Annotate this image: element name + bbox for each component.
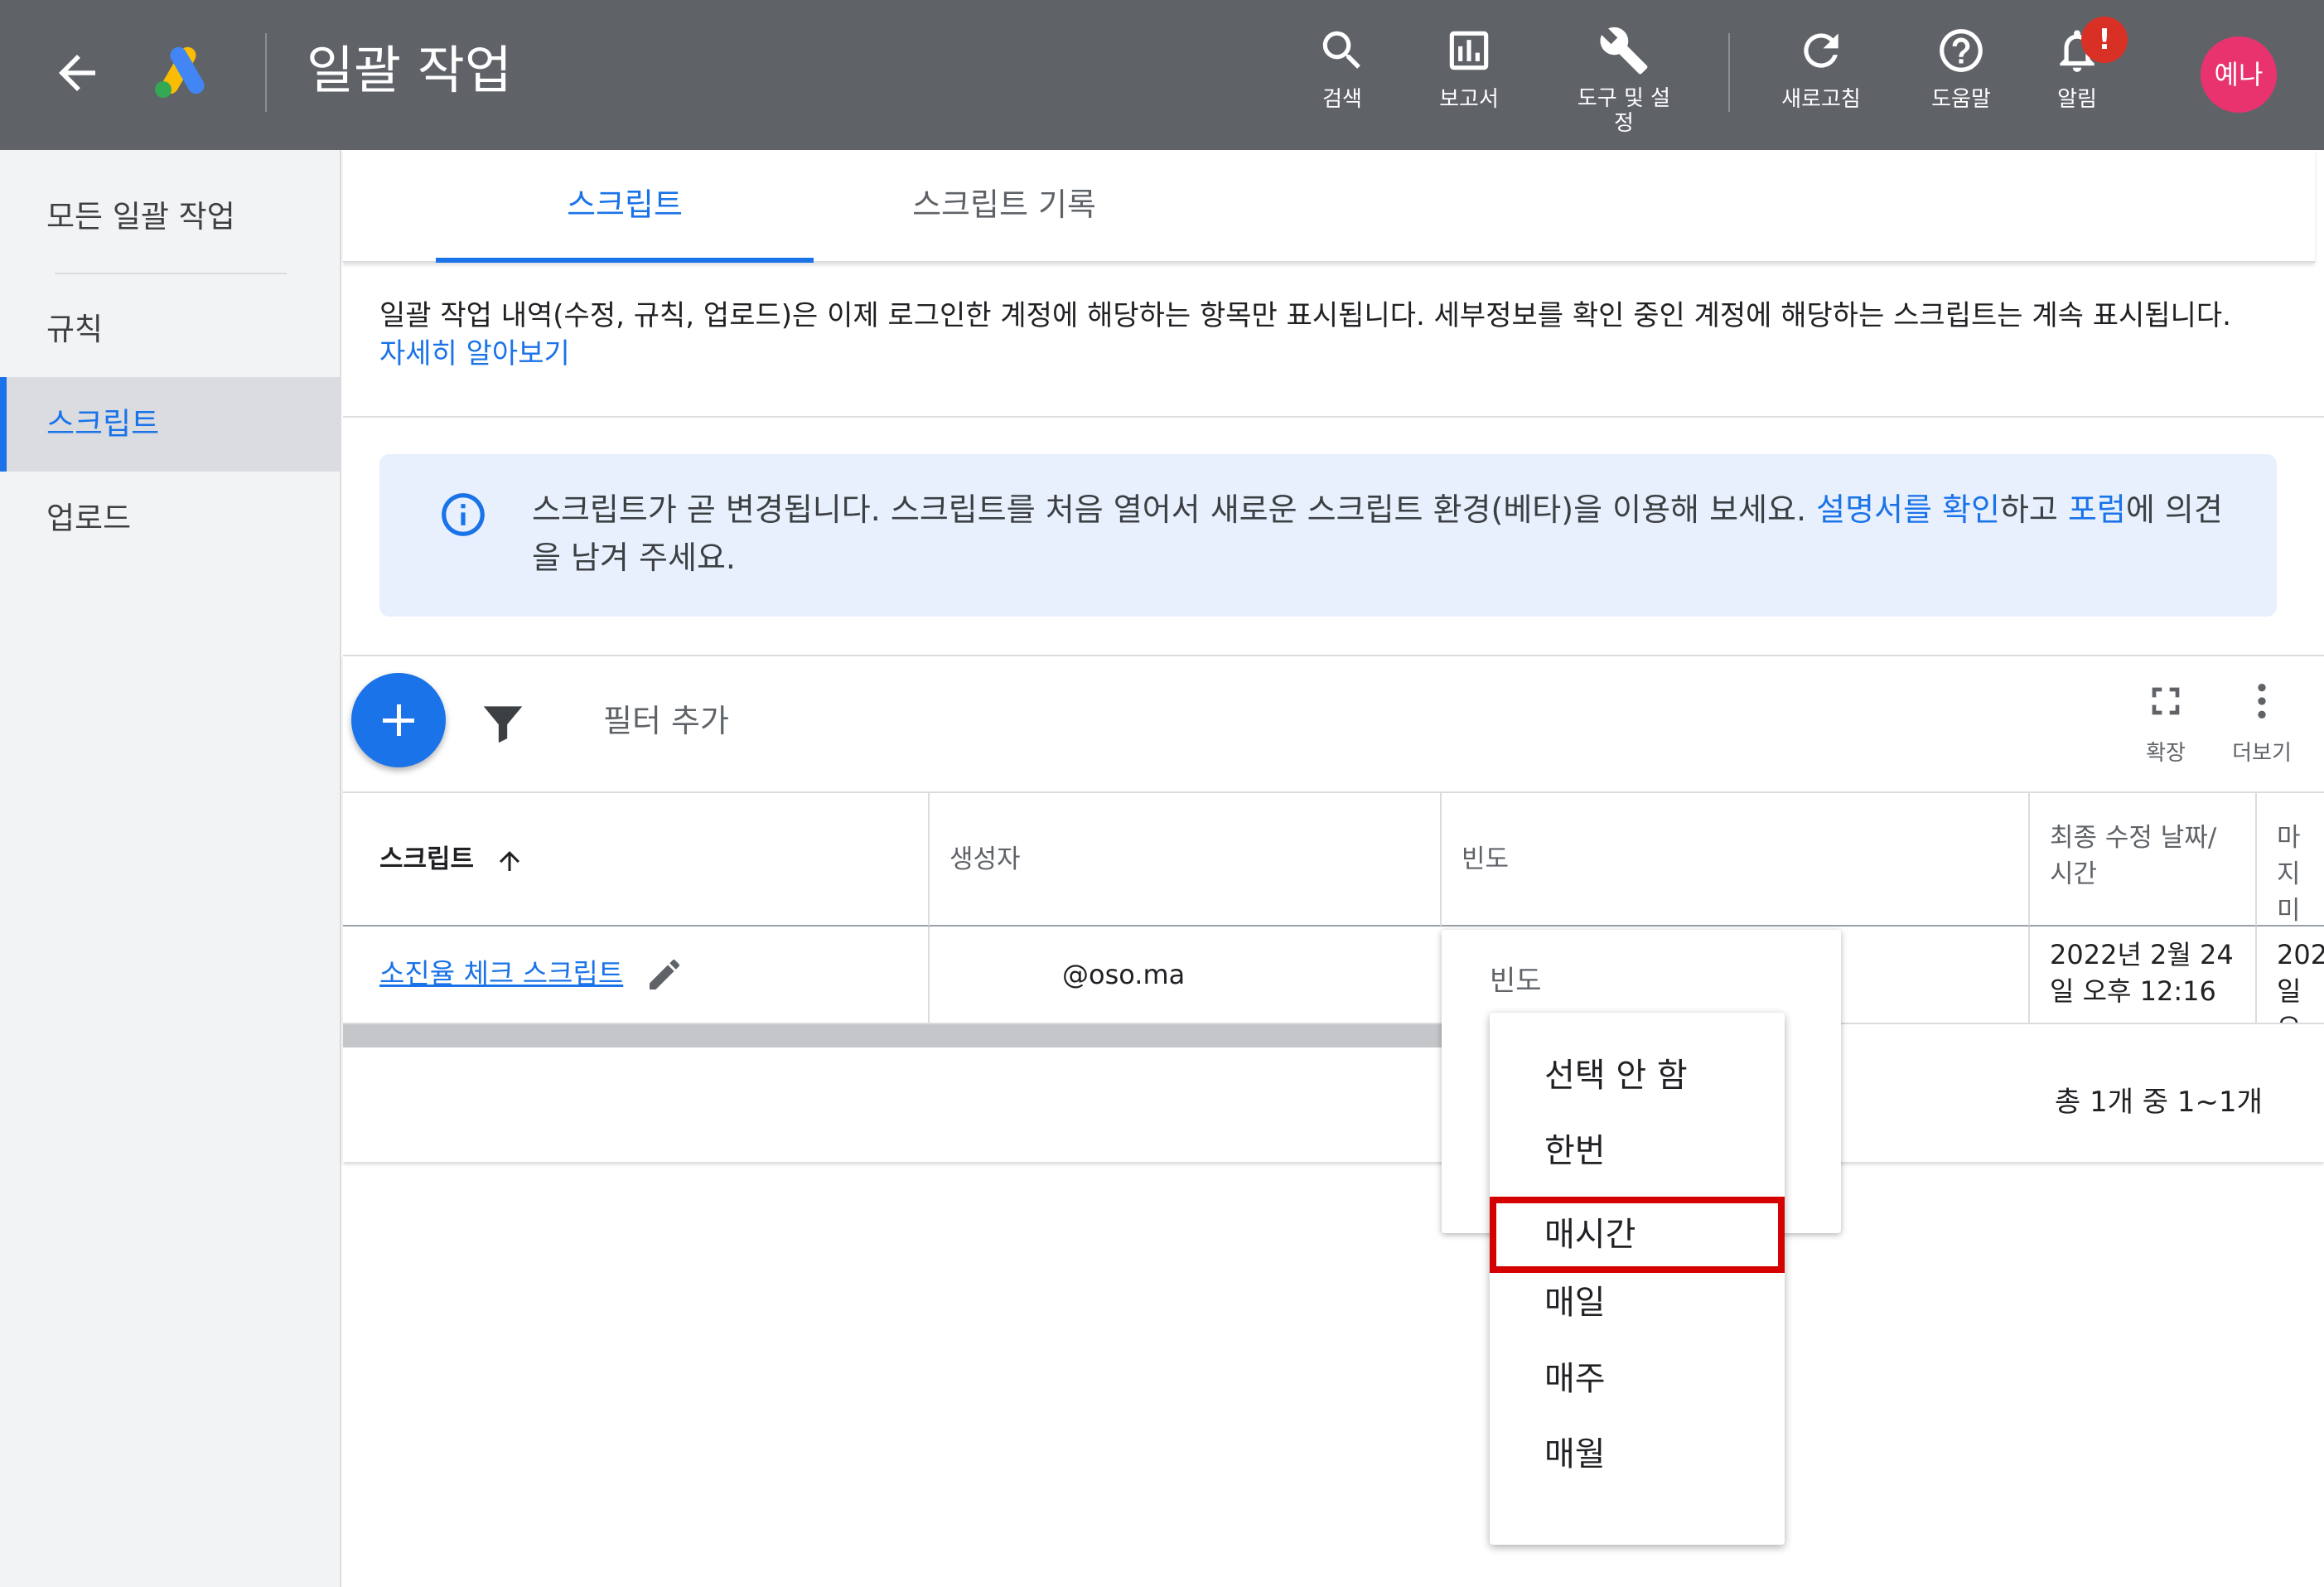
last-modified-line-1: 2022년 2월 24: [2050, 939, 2234, 970]
refresh-button[interactable]: 새로고침: [1751, 25, 1892, 113]
wrench-icon: [1600, 27, 1648, 75]
more-vert-icon: [2258, 684, 2266, 719]
tab-scripts[interactable]: 스크립트: [436, 150, 814, 263]
tools-settings-button[interactable]: 도구 및 설정: [1553, 25, 1694, 136]
info-icon: [442, 493, 485, 536]
add-filter-label[interactable]: 필터 추가: [603, 696, 729, 746]
topbar-divider: [1728, 33, 1730, 112]
search-button[interactable]: 검색: [1272, 25, 1413, 113]
refresh-label: 새로고침: [1781, 87, 1861, 112]
truncated-cell: 202 일 오: [2255, 927, 2324, 1023]
table-row: 소진율 체크 스크립트 @oso.ma 2022년 2월 24 일 오후 12:…: [343, 927, 2324, 1024]
sidebar-item-rules[interactable]: 규칙: [0, 283, 341, 377]
script-name-link[interactable]: 소진율 체크 스크립트: [379, 956, 623, 992]
tools-settings-label: 도구 및 설정: [1577, 86, 1671, 136]
banner-message: 스크립트가 곧 변경됩니다. 스크립트를 처음 열어서 새로운 스크립트 환경(…: [532, 486, 2239, 582]
top-app-bar: 일괄 작업 검색 보고서 도구 및 설정 새로고침 도움말 알림 ! 예나: [0, 0, 2324, 150]
truncated-header-line-1: 마지: [2277, 823, 2301, 889]
refresh-icon: [1804, 33, 1838, 68]
last-modified-cell: 2022년 2월 24 일 오후 12:16: [2028, 927, 2255, 1023]
banner-text-2: 하고: [1999, 491, 2068, 528]
pagination-text: 총 1개 중 1~1개: [2055, 1086, 2263, 1119]
menu-item-none[interactable]: 선택 안 함: [1490, 1038, 1785, 1114]
truncated-header-line-2: 미리: [2277, 896, 2301, 926]
creator-cell: @oso.ma: [928, 927, 1440, 1023]
reports-button[interactable]: 보고서: [1399, 25, 1539, 113]
menu-item-once[interactable]: 한번: [1490, 1113, 1785, 1189]
sidebar: 모든 일괄 작업 규칙 스크립트 업로드: [0, 150, 341, 1587]
plus-icon: [383, 704, 414, 736]
banner-text-1: 스크립트가 곧 변경됩니다. 스크립트를 처음 열어서 새로운 스크립트 환경(…: [532, 491, 1817, 528]
sort-ascending-icon: [499, 850, 519, 871]
section-divider: [343, 416, 2324, 418]
back-arrow-icon[interactable]: [50, 46, 104, 100]
history-notice: 일괄 작업 내역(수정, 규칙, 업로드)은 이제 로그인한 계정에 해당하는 …: [379, 297, 2302, 373]
truncated-cell-line-1: 202: [2277, 939, 2324, 970]
sidebar-divider: [55, 273, 287, 274]
table-header: 스크립트 생성자 빈도 최종 수정 날짜/시간 마지미리: [343, 791, 2324, 927]
column-header-last-modified[interactable]: 최종 수정 날짜/시간: [2028, 793, 2255, 926]
column-header-script[interactable]: 스크립트: [343, 793, 928, 926]
frequency-menu: 선택 안 함 한번 매시간 매일 매주 매월: [1490, 1013, 1785, 1545]
search-label: 검색: [1322, 87, 1362, 112]
alert-badge: !: [2081, 17, 2128, 63]
notifications-label: 알림: [2057, 87, 2097, 112]
menu-item-daily[interactable]: 매일: [1490, 1265, 1785, 1341]
user-avatar[interactable]: 예나: [2201, 36, 2277, 113]
last-modified-line-2: 시간: [2050, 859, 2098, 889]
learn-more-link[interactable]: 자세히 알아보기: [379, 335, 2302, 373]
sidebar-item-all-bulk-actions[interactable]: 모든 일괄 작업: [0, 170, 341, 264]
menu-item-hourly[interactable]: 매시간: [1490, 1197, 1785, 1273]
column-header-creator[interactable]: 생성자: [928, 793, 1440, 926]
frequency-field-label: 빈도: [1490, 965, 1542, 998]
page-title: 일괄 작업: [307, 40, 512, 100]
last-modified-line-2: 일 오후 12:16: [2050, 975, 2216, 1007]
info-banner: 스크립트가 곧 변경됩니다. 스크립트를 처음 열어서 새로운 스크립트 환경(…: [379, 454, 2277, 617]
column-header-frequency[interactable]: 빈도: [1440, 793, 2028, 926]
forum-link[interactable]: 포럼: [2068, 491, 2126, 528]
report-icon: [1449, 31, 1489, 70]
column-header-creator-label: 생성자: [949, 844, 1021, 874]
expand-label: 확장: [2146, 741, 2186, 766]
filter-icon[interactable]: [477, 698, 529, 749]
menu-item-monthly[interactable]: 매월: [1490, 1416, 1785, 1493]
tab-script-history[interactable]: 스크립트 기록: [814, 150, 1195, 263]
horizontal-scrollbar[interactable]: [343, 1024, 1445, 1048]
truncated-cell-line-2: 일 오: [2277, 975, 2302, 1023]
fullscreen-icon: [2152, 687, 2180, 715]
menu-item-weekly[interactable]: 매주: [1490, 1341, 1785, 1417]
search-icon: [1322, 31, 1360, 69]
sidebar-item-scripts[interactable]: 스크립트: [0, 377, 341, 472]
column-header-script-label: 스크립트: [379, 844, 475, 874]
help-icon: [1940, 29, 1983, 72]
column-header-frequency-label: 빈도: [1462, 844, 1510, 874]
more-button[interactable]: 더보기: [2220, 678, 2303, 767]
sidebar-item-uploads[interactable]: 업로드: [0, 472, 341, 566]
more-label: 더보기: [2232, 741, 2292, 766]
reports-label: 보고서: [1439, 87, 1499, 112]
notice-text: 일괄 작업 내역(수정, 규칙, 업로드)은 이제 로그인한 계정에 해당하는 …: [379, 299, 2231, 332]
pencil-icon[interactable]: [645, 955, 684, 994]
tab-bar: 스크립트 스크립트 기록: [343, 150, 2315, 263]
topbar-divider: [265, 33, 267, 112]
script-name-cell: 소진율 체크 스크립트: [343, 927, 928, 1023]
last-modified-line-1: 최종 수정 날짜/: [2050, 823, 2217, 853]
expand-button[interactable]: 확장: [2124, 678, 2207, 767]
column-header-truncated[interactable]: 마지미리: [2255, 793, 2324, 926]
creator-text: @oso.ma: [1062, 959, 1186, 990]
google-ads-logo-icon[interactable]: [152, 43, 213, 99]
docs-link[interactable]: 설명서를 확인: [1816, 491, 2000, 528]
add-script-button[interactable]: [351, 673, 446, 767]
